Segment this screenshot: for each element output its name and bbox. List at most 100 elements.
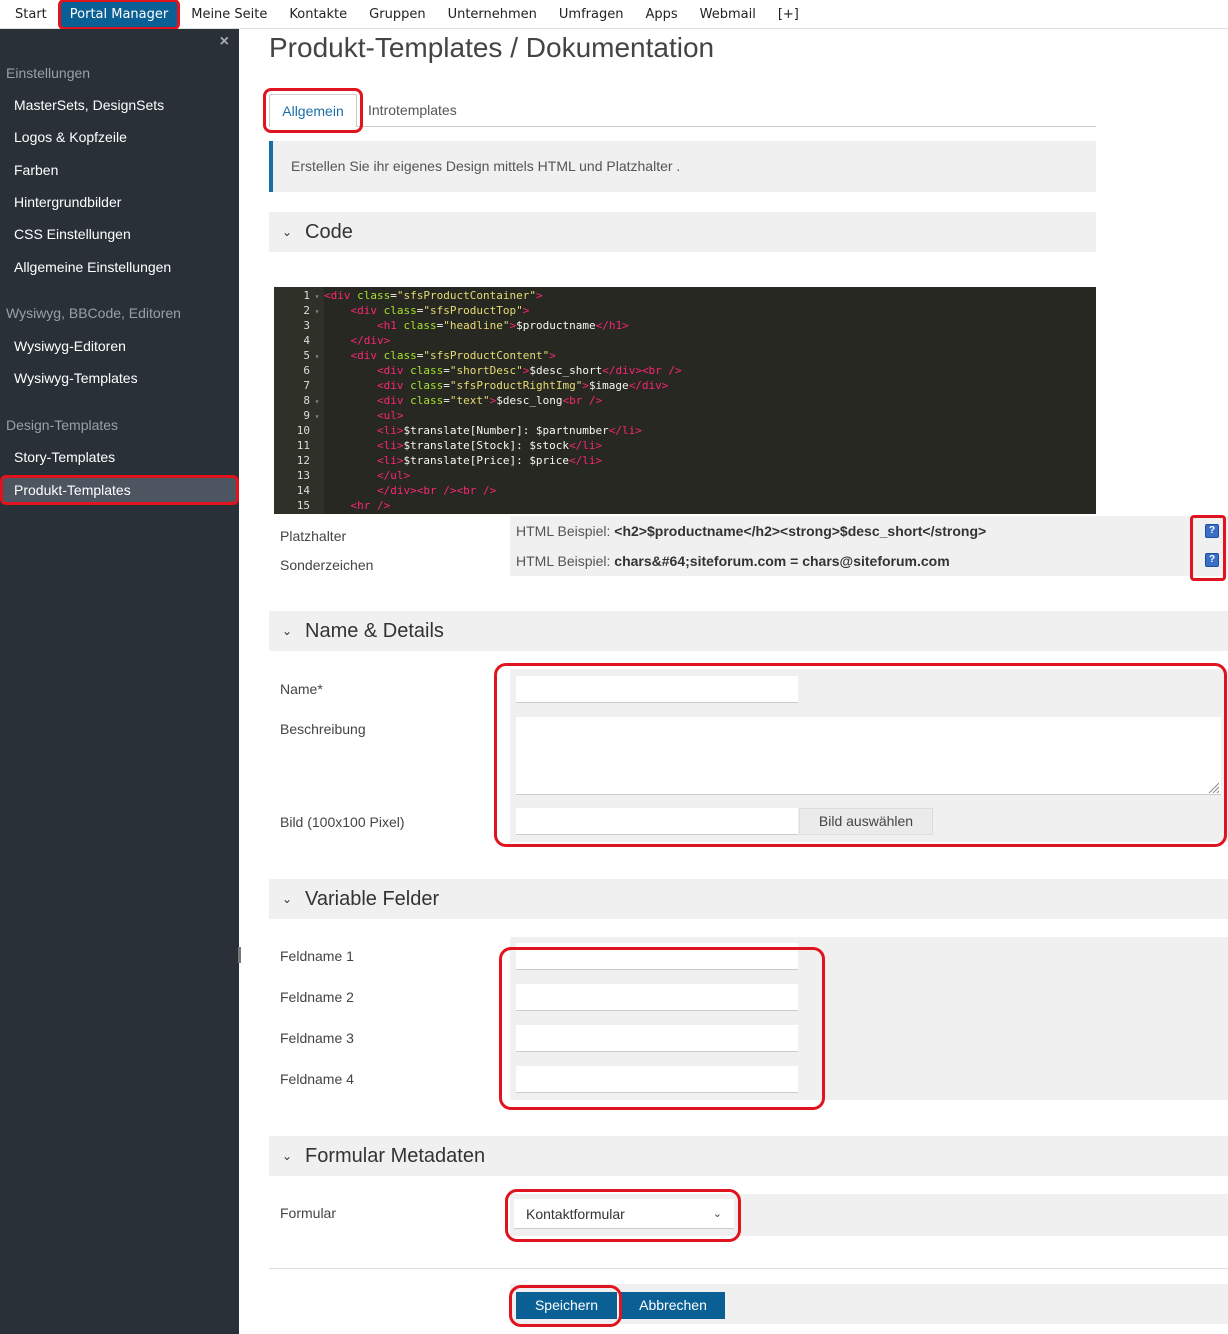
section-variable-fields-header[interactable]: ⌄ Variable Felder	[269, 879, 1228, 919]
sidebar-item-farben[interactable]: Farben	[0, 155, 239, 185]
code-token: >	[535, 289, 543, 302]
code-text: <li>$translate[Number]: $partnumber</li>	[324, 424, 642, 437]
sidebar-item-allgemeine-einstellungen[interactable]: Allgemeine Einstellungen	[0, 252, 239, 282]
code-editor[interactable]: 1 ▾ <div class="sfsProductContainer"> 2 ▾ <d…	[274, 287, 1096, 514]
top-navigation: Start Portal Manager Meine Seite Kontakte Gr…	[0, 0, 1228, 30]
code-token: class	[383, 304, 417, 317]
save-button[interactable]: Speichern	[516, 1292, 617, 1319]
line-number: 14	[296, 484, 310, 497]
tab-introtemplates[interactable]: Introtemplates	[368, 94, 457, 127]
nav-item-start[interactable]: Start	[4, 0, 58, 29]
nav-item-unternehmen[interactable]: Unternehmen	[437, 0, 548, 29]
code-line: 12 <li>$translate[Price]: $price</li>	[274, 453, 1096, 468]
cancel-button[interactable]: Abbrechen	[621, 1292, 725, 1319]
code-token: </div><br /><br />	[376, 484, 497, 497]
section-name-details-header[interactable]: ⌄ Name & Details	[269, 611, 1228, 651]
tab-bar: Allgemein Introtemplates	[263, 88, 1096, 133]
line-number: 2	[303, 304, 310, 317]
select-image-button[interactable]: Bild auswählen	[799, 808, 933, 835]
code-text: <div class="shortDesc">$desc_short</div>…	[324, 364, 682, 377]
section-code-header[interactable]: ⌄ Code	[269, 212, 1096, 252]
code-token: "text"	[449, 394, 490, 407]
code-token: "sfsProductRightImg"	[449, 379, 583, 392]
code-token: >	[522, 304, 530, 317]
field-input-3[interactable]	[516, 1025, 798, 1052]
description-label: Beschreibung	[280, 721, 366, 737]
form-select[interactable]: Kontaktformular ⌄	[514, 1199, 734, 1229]
code-token: <li>	[376, 454, 404, 467]
sidebar-item-hintergrundbilder[interactable]: Hintergrundbilder	[0, 187, 239, 217]
form-label: Formular	[280, 1205, 337, 1221]
name-input[interactable]	[516, 676, 798, 703]
sidebar-resize-handle[interactable]	[238, 947, 241, 963]
code-token: </div><br />	[602, 364, 682, 377]
code-line: 9 ▾ <ul>	[274, 408, 1096, 423]
sidebar-item-css-einstellungen[interactable]: CSS Einstellungen	[0, 219, 239, 249]
example-code: <h2>$productname</h2><strong>$desc_short…	[614, 523, 987, 539]
code-token: >	[549, 349, 556, 362]
fold-arrow-icon[interactable]: ▾	[310, 304, 324, 319]
nav-item-portal-manager[interactable]: Portal Manager	[57, 0, 181, 30]
code-text: <div class="sfsProductContent">	[324, 349, 556, 362]
nav-item-apps[interactable]: Apps	[634, 0, 688, 29]
code-token: <hr />	[350, 499, 391, 512]
code-token: </div>	[350, 334, 391, 347]
sidebar-item-wysiwyg-templates[interactable]: Wysiwyg-Templates	[0, 363, 239, 393]
line-number: 8	[303, 394, 310, 407]
code-line: 1 ▾ <div class="sfsProductContainer">	[274, 288, 1096, 303]
description-textarea[interactable]	[516, 717, 1221, 795]
tab-allgemein[interactable]: Allgemein	[263, 88, 363, 133]
code-text: <hr />	[324, 499, 391, 512]
line-number: 13	[296, 469, 310, 482]
code-token: "sfsProductTop"	[423, 304, 523, 317]
nav-item-webmail[interactable]: Webmail	[689, 0, 767, 29]
code-token: $translate[Number]: $partnumber	[403, 424, 609, 437]
chevron-down-icon: ⌄	[281, 1149, 293, 1163]
resize-grip-icon[interactable]	[1207, 781, 1219, 793]
special-chars-label: Sonderzeichen	[280, 557, 374, 573]
code-token: </li>	[569, 454, 603, 467]
fold-arrow-icon[interactable]: ▾	[310, 349, 324, 364]
nav-item-umfragen[interactable]: Umfragen	[548, 0, 635, 29]
field-input-2[interactable]	[516, 984, 798, 1011]
code-text: </div>	[324, 334, 391, 347]
help-icon[interactable]: ?	[1205, 524, 1219, 538]
sidebar-group-title: Einstellungen	[6, 65, 91, 81]
code-token: <div	[376, 394, 411, 407]
nav-item-meine-seite[interactable]: Meine Seite	[180, 0, 278, 29]
field-input-1[interactable]	[516, 943, 798, 970]
code-line: 6 <div class="shortDesc">$desc_short</di…	[274, 363, 1096, 378]
code-token: <br />	[562, 394, 603, 407]
code-text: </div><br /><br />	[324, 484, 496, 497]
sidebar-item-produkt-templates[interactable]: Produkt-Templates	[0, 475, 239, 505]
sidebar-item-mastersets-designsets[interactable]: MasterSets, DesignSets	[0, 90, 239, 120]
nav-item-kontakte[interactable]: Kontakte	[278, 0, 358, 29]
example-code: chars&#64;siteforum.com = chars@siteforu…	[614, 553, 950, 569]
sidebar-item-logos-kopfzeile[interactable]: Logos & Kopfzeile	[0, 122, 239, 152]
section-title: Formular Metadaten	[305, 1144, 486, 1167]
image-path-input[interactable]	[516, 808, 798, 835]
nav-item-add[interactable]: [+]	[767, 0, 810, 29]
code-token: class	[383, 349, 417, 362]
field-input-4[interactable]	[516, 1066, 798, 1093]
placeholder-example: HTML Beispiel: <h2>$productname</h2><str…	[516, 523, 986, 539]
code-token: <div	[350, 349, 384, 362]
line-number: 10	[296, 424, 310, 437]
chevron-down-icon: ⌄	[712, 1208, 722, 1220]
chevron-down-icon: ⌄	[281, 624, 293, 638]
section-form-metadata-header[interactable]: ⌄ Formular Metadaten	[269, 1136, 1228, 1176]
sidebar-item-wysiwyg-editoren[interactable]: Wysiwyg-Editoren	[0, 331, 239, 361]
nav-item-gruppen[interactable]: Gruppen	[358, 0, 436, 29]
fold-arrow-icon[interactable]: ▾	[310, 409, 324, 424]
code-token: <h1	[376, 319, 404, 332]
info-box: Erstellen Sie ihr eigenes Design mittels…	[269, 141, 1096, 192]
line-number: 6	[303, 364, 310, 377]
fold-arrow-icon[interactable]: ▾	[310, 394, 324, 409]
close-icon[interactable]: ×	[220, 33, 229, 51]
help-icon[interactable]: ?	[1205, 553, 1219, 567]
sidebar-item-story-templates[interactable]: Story-Templates	[0, 442, 239, 472]
code-token: class	[357, 289, 391, 302]
code-token: $desc_short	[529, 364, 603, 377]
code-token: $translate[Price]: $price	[403, 454, 570, 467]
fold-arrow-icon[interactable]: ▾	[310, 289, 324, 304]
